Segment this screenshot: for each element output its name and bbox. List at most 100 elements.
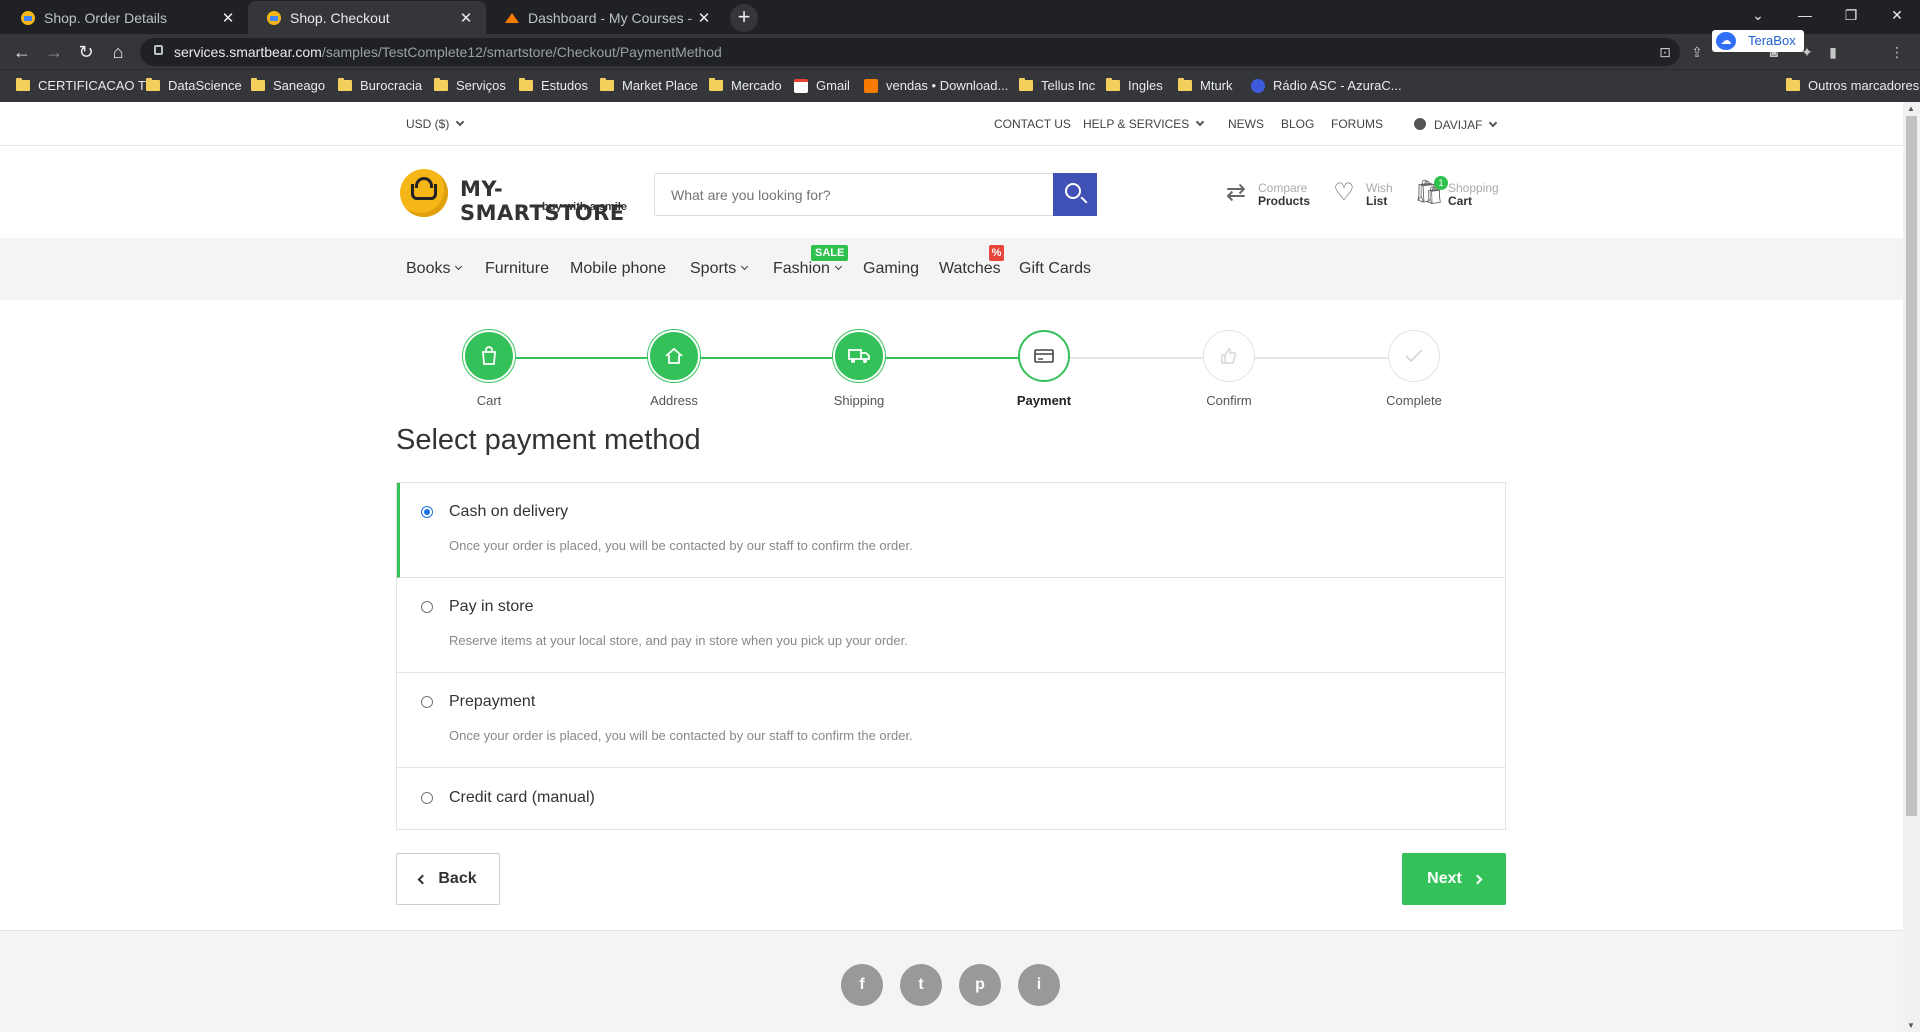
- menu-dots-icon[interactable]: ⋮: [1888, 43, 1906, 61]
- payment-radio[interactable]: [421, 696, 433, 708]
- bookmark-item[interactable]: Mturk: [1178, 78, 1233, 93]
- restore-icon[interactable]: ❐: [1828, 0, 1874, 30]
- folder-icon: [146, 78, 160, 91]
- forums-link[interactable]: FORUMS: [1331, 117, 1383, 131]
- bookmark-item[interactable]: Gmail: [794, 78, 850, 93]
- other-bookmarks[interactable]: Outros marcadores: [1786, 78, 1919, 93]
- user-menu[interactable]: DAVIJAF: [1414, 117, 1498, 132]
- compare-products-link[interactable]: ⇄ Compare Products: [1222, 173, 1312, 213]
- wish-list-link[interactable]: ♡ Wish List: [1330, 173, 1392, 213]
- step-payment[interactable]: Payment: [974, 330, 1114, 408]
- bookmark-item[interactable]: CERTIFICACAO TI: [16, 78, 149, 93]
- heart-icon: ♡: [1333, 179, 1355, 206]
- close-window-icon[interactable]: ✕: [1874, 0, 1920, 30]
- address-bar[interactable]: services.smartbear.com/samples/TestCompl…: [140, 38, 1680, 66]
- scrollbar-thumb[interactable]: [1906, 116, 1917, 816]
- step-cart[interactable]: Cart: [419, 330, 559, 408]
- payment-method-credit-card[interactable]: Credit card (manual): [397, 768, 1505, 829]
- bookmark-item[interactable]: Mercado: [709, 78, 782, 93]
- scroll-down-icon[interactable]: ▼: [1907, 1021, 1915, 1030]
- step-label: Shipping: [833, 393, 885, 408]
- chevron-down-icon: [1489, 118, 1498, 128]
- home-icon[interactable]: ⌂: [106, 40, 130, 64]
- bookmark-item[interactable]: Saneago: [251, 78, 325, 93]
- facebook-icon[interactable]: f: [841, 964, 883, 1006]
- blog-link[interactable]: BLOG: [1281, 117, 1314, 131]
- step-shipping[interactable]: Shipping: [789, 330, 929, 408]
- payment-method-prepayment[interactable]: Prepayment Once your order is placed, yo…: [397, 673, 1505, 768]
- payment-radio[interactable]: [421, 506, 433, 518]
- payment-method-description: Reserve items at your local store, and p…: [449, 633, 908, 648]
- cart-label: Cart: [1448, 194, 1473, 208]
- close-tab-icon[interactable]: ✕: [456, 9, 476, 27]
- progress-line-complete: [489, 357, 1045, 359]
- terabox-extension[interactable]: ☁ TeraBox: [1712, 30, 1804, 52]
- bookmark-item[interactable]: Ingles: [1106, 78, 1163, 93]
- nav-sports[interactable]: Sports: [690, 260, 749, 278]
- scroll-up-icon[interactable]: ▲: [1907, 104, 1915, 113]
- nav-fashion[interactable]: Fashion: [773, 260, 842, 278]
- payment-radio[interactable]: [421, 601, 433, 613]
- browser-tab-order-details[interactable]: Shop. Order Details ✕: [2, 1, 248, 34]
- search-button[interactable]: [1053, 173, 1097, 216]
- payment-radio[interactable]: [421, 792, 433, 804]
- side-panel-icon[interactable]: ▮: [1824, 43, 1842, 61]
- close-tab-icon[interactable]: ✕: [694, 9, 714, 27]
- bookmark-item[interactable]: Serviços: [434, 78, 506, 93]
- step-circle: [1018, 330, 1070, 382]
- browser-tab-checkout[interactable]: Shop. Checkout ✕: [248, 1, 486, 34]
- nav-gift-cards[interactable]: Gift Cards: [1019, 260, 1091, 278]
- shop-favicon: [21, 10, 35, 25]
- nav-mobile-phone[interactable]: Mobile phone: [570, 260, 666, 278]
- back-button[interactable]: Back: [396, 853, 500, 905]
- minimize-icon[interactable]: —: [1782, 0, 1828, 30]
- cart-label-top: Shopping: [1448, 181, 1499, 195]
- payment-method-pay-in-store[interactable]: Pay in store Reserve items at your local…: [397, 578, 1505, 673]
- pinterest-icon[interactable]: p: [959, 964, 1001, 1006]
- discount-badge: %: [989, 245, 1004, 261]
- help-services-menu[interactable]: HELP & SERVICES: [1083, 117, 1205, 131]
- share-icon[interactable]: ⇪: [1688, 43, 1706, 61]
- shopping-cart-link[interactable]: 🛍 1 Shopping Cart: [1414, 173, 1504, 213]
- bookmark-item[interactable]: Rádio ASC - AzuraC...: [1251, 78, 1402, 93]
- contact-us-link[interactable]: CONTACT US: [994, 117, 1071, 131]
- tab-title: Shop. Order Details: [44, 9, 167, 26]
- close-tab-icon[interactable]: ✕: [218, 9, 238, 27]
- step-address[interactable]: Address: [604, 330, 744, 408]
- bookmark-item[interactable]: Tellus Inc: [1019, 78, 1095, 93]
- sale-badge: SALE: [811, 245, 849, 261]
- back-arrow-icon[interactable]: ←: [10, 40, 34, 64]
- page-scrollbar[interactable]: ▲ ▼: [1903, 102, 1920, 1032]
- translate-icon[interactable]: ⊡: [1656, 43, 1674, 61]
- twitter-icon[interactable]: t: [900, 964, 942, 1006]
- forward-arrow-icon[interactable]: →: [42, 40, 66, 64]
- bookmark-item[interactable]: Burocracia: [338, 78, 422, 93]
- nav-furniture[interactable]: Furniture: [485, 260, 549, 278]
- new-tab-button[interactable]: +: [730, 4, 758, 32]
- step-circle: [1203, 330, 1255, 382]
- step-complete: Complete: [1344, 330, 1484, 408]
- payment-method-cash-on-delivery[interactable]: Cash on delivery Once your order is plac…: [397, 483, 1505, 578]
- news-link[interactable]: NEWS: [1228, 117, 1264, 131]
- nav-watches[interactable]: Watches: [939, 260, 1001, 278]
- nav-books[interactable]: Books: [406, 260, 463, 278]
- payment-method-name: Prepayment: [449, 693, 536, 710]
- instagram-icon[interactable]: i: [1018, 964, 1060, 1006]
- next-button[interactable]: Next: [1402, 853, 1506, 905]
- bookmark-item[interactable]: Market Place: [600, 78, 698, 93]
- store-logo[interactable]: MY-SMARTSTORE buy with a smile: [400, 169, 640, 225]
- browser-tab-dashboard[interactable]: Dashboard - My Courses - Detail ✕: [486, 1, 724, 34]
- folder-icon: [434, 78, 448, 91]
- bookmark-item[interactable]: vendas • Download...: [864, 78, 1008, 93]
- folder-icon: [338, 78, 352, 91]
- thumbs-up-icon: [1204, 331, 1254, 381]
- nav-gaming[interactable]: Gaming: [863, 260, 919, 278]
- tab-search-icon[interactable]: ⌄: [1735, 0, 1781, 30]
- bookmark-item[interactable]: Estudos: [519, 78, 588, 93]
- search-input[interactable]: [655, 174, 1053, 215]
- lock-icon: [154, 45, 163, 55]
- reload-icon[interactable]: ↻: [74, 40, 98, 64]
- compare-icon: ⇄: [1225, 179, 1247, 206]
- currency-selector[interactable]: USD ($): [406, 117, 465, 131]
- bookmark-item[interactable]: DataScience: [146, 78, 242, 93]
